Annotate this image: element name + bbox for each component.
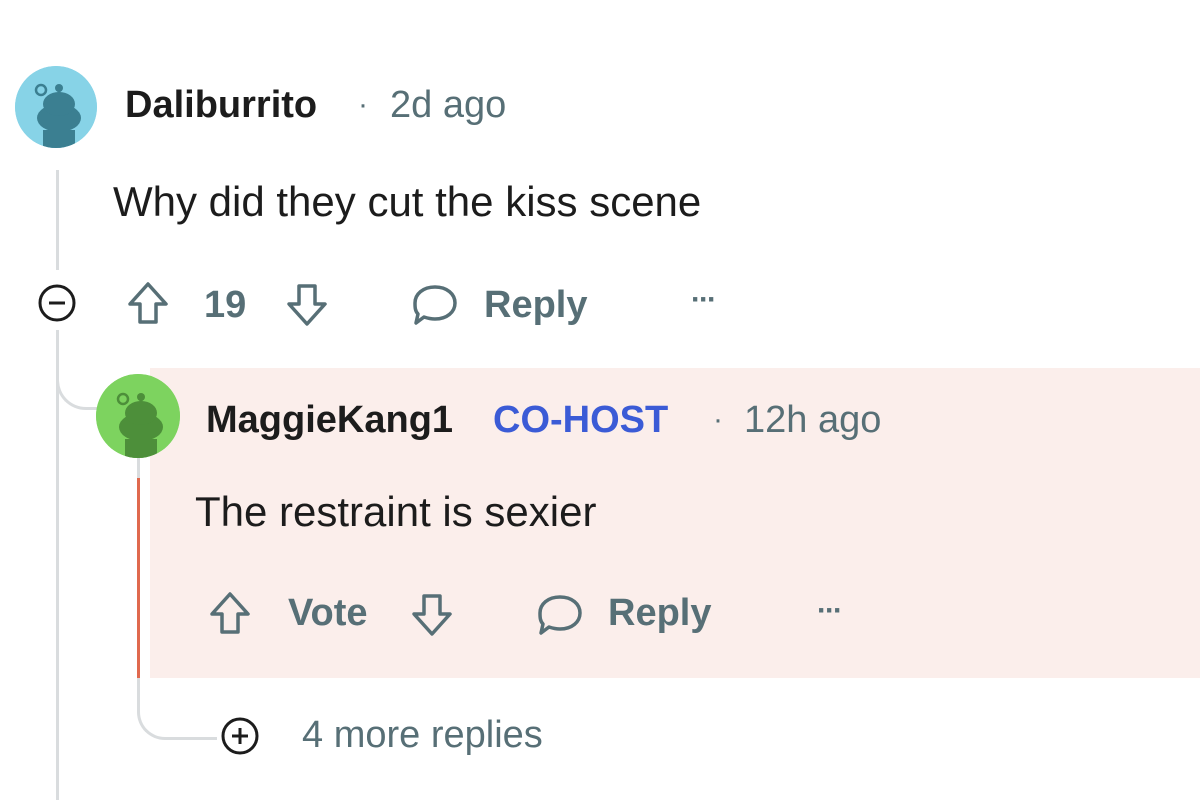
- downvote-icon[interactable]: [285, 282, 329, 328]
- downvote-icon[interactable]: [410, 592, 454, 638]
- reply-label: Reply: [484, 284, 588, 326]
- upvote-icon[interactable]: [126, 280, 170, 326]
- collapse-thread-icon[interactable]: [37, 283, 77, 323]
- comment-author[interactable]: Daliburrito: [125, 84, 317, 127]
- cohost-badge: CO-HOST: [493, 399, 669, 441]
- meta-separator: ·: [713, 403, 723, 436]
- snoo-avatar-icon: [15, 66, 97, 148]
- comment-body: Why did they cut the kiss scene: [113, 178, 702, 225]
- thread-line-main-lower: [56, 330, 59, 800]
- reply-accent-bar: [137, 478, 140, 678]
- expand-plus-icon: [221, 717, 259, 755]
- comment-bubble-icon: [413, 285, 457, 325]
- more-options-icon[interactable]: ···: [817, 594, 843, 628]
- meta-separator: ·: [358, 88, 368, 121]
- reply-label: Reply: [608, 592, 712, 634]
- comment-bubble-icon: [538, 595, 582, 635]
- reply-body: The restraint is sexier: [195, 488, 597, 535]
- more-replies-label: 4 more replies: [302, 714, 543, 756]
- vote-score: 19: [204, 284, 247, 326]
- avatar[interactable]: [15, 66, 97, 148]
- thread-connector-more: [137, 676, 217, 740]
- upvote-icon[interactable]: [208, 590, 252, 636]
- reply-avatar[interactable]: [96, 374, 180, 458]
- reply-timestamp[interactable]: 12h ago: [744, 399, 881, 442]
- vote-label: Vote: [288, 592, 368, 634]
- thread-line-main: [56, 170, 59, 270]
- reply-author[interactable]: MaggieKang1: [206, 399, 453, 442]
- snoo-avatar-icon: [96, 374, 180, 458]
- more-options-icon[interactable]: ···: [691, 283, 717, 317]
- comment-timestamp[interactable]: 2d ago: [390, 84, 506, 127]
